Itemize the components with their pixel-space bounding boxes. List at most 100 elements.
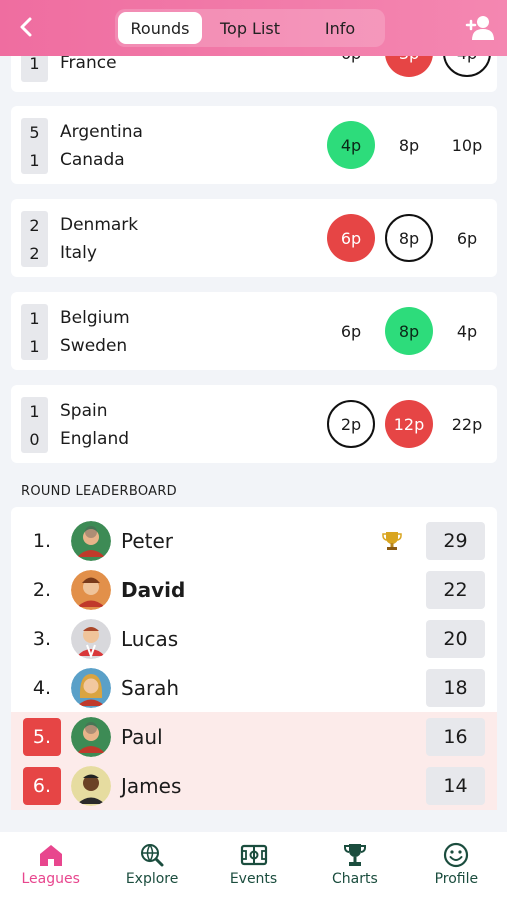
globe-search-icon [141,844,164,867]
avatar [71,667,111,708]
odd-away[interactable]: 22p [443,400,491,448]
tab-info[interactable]: Info [298,12,382,44]
goals-team2: 1 [29,150,40,170]
odd-away[interactable]: 6p [443,214,491,262]
avatar [71,765,111,806]
top-bar: Rounds Top List Info [0,0,507,56]
goals-team1: 5 [29,122,40,142]
rank: 1. [32,529,52,552]
teams: Denmark Italy [60,211,138,267]
rank: 4. [32,676,52,699]
goals-team2: 0 [29,429,40,449]
nav-label: Charts [332,871,378,887]
odd-away[interactable]: 4p [443,307,491,355]
avatar [71,618,111,659]
odd-draw[interactable]: 8p [385,307,433,355]
rank: 6. [23,766,61,805]
score: 22 [426,570,485,609]
score: 14 [426,766,485,805]
add-user-icon[interactable] [465,14,495,42]
team2-name: Canada [60,150,125,170]
team2-name: Italy [60,243,97,263]
nav-label: Leagues [21,871,80,887]
odd-draw[interactable]: 8p [385,121,433,169]
leaderboard: 1. Peter 29 2. David 22 3. Lucas 20 4. S… [11,507,497,810]
tab-rounds[interactable]: Rounds [118,12,202,44]
odds-group: 6p 8p 6p [327,214,491,262]
player-name: Sarah [121,675,180,700]
teams: Spain England [60,397,129,453]
player-name: Paul [121,724,163,749]
nav-profile[interactable]: Profile [406,832,507,900]
goals-box: 5 1 [21,118,48,174]
player-name: David [121,577,186,602]
odds-group: 4p 8p 10p [327,121,491,169]
odds-group: 6p 8p 4p [327,307,491,355]
odds-group: 2p 12p 22p [327,400,491,448]
odd-home[interactable]: 2p [327,400,375,448]
back-arrow-icon[interactable] [12,12,42,42]
trophy-icon [343,844,366,866]
odd-away[interactable]: 10p [443,121,491,169]
tab-top-list[interactable]: Top List [202,12,298,44]
score: 18 [426,668,485,707]
nav-label: Explore [125,871,179,887]
player-name: Peter [121,528,174,553]
player-name: Lucas [121,626,179,651]
rank: 2. [32,578,52,601]
goals-team2: 1 [29,53,40,73]
trophy-icon [382,531,402,550]
goals-box: 1 1 [21,304,48,360]
score: 29 [426,521,485,560]
smiley-icon [444,842,469,868]
tab-switcher: Rounds Top List Info [115,9,385,47]
leaderboard-title: ROUND LEADERBOARD [21,484,177,499]
leaderboard-row[interactable]: 1. Peter 29 [11,516,497,565]
teams: Belgium Sweden [60,304,130,360]
leaderboard-row[interactable]: 6. James 14 [11,761,497,810]
match-card[interactable]: 5 1 Argentina Canada 4p 8p 10p [11,106,497,184]
bottom-nav: Leagues Explore Events Charts Profile [0,832,507,900]
match-card[interactable]: 1 0 Spain England 2p 12p 22p [11,385,497,463]
score: 16 [426,717,485,756]
leaderboard-row[interactable]: 3. Lucas 20 [11,614,497,663]
odd-home[interactable]: 6p [327,307,375,355]
team1-name: Belgium [60,308,130,328]
match-card[interactable]: 2 2 Denmark Italy 6p 8p 6p [11,199,497,277]
goals-team1: 1 [29,308,40,328]
rank: 5. [23,717,61,756]
odd-draw[interactable]: 8p [385,214,433,262]
avatar [71,520,111,561]
odd-home[interactable]: 6p [327,214,375,262]
goals-box: 2 2 [21,211,48,267]
nav-events[interactable]: Events [203,832,304,900]
team1-name: Denmark [60,215,139,235]
player-name: James [121,773,182,798]
team2-name: France [60,53,117,73]
leaderboard-row[interactable]: 4. Sarah 18 [11,663,497,712]
goals-box: 1 0 [21,397,48,453]
avatar [71,569,111,610]
odd-home[interactable]: 4p [327,121,375,169]
home-icon [39,845,62,866]
leaderboard-row[interactable]: 2. David 22 [11,565,497,614]
teams: Argentina Canada [60,118,143,174]
match-card[interactable]: 1 1 Belgium Sweden 6p 8p 4p [11,292,497,370]
odd-draw[interactable]: 12p [385,400,433,448]
rounds-content: 1 France 6p 3p 4p 5 1 Argentina Canada 4… [0,0,507,830]
nav-charts[interactable]: Charts [304,832,405,900]
nav-label: Events [229,871,278,887]
team1-name: Spain [60,401,108,421]
avatar [71,716,111,757]
leaderboard-row[interactable]: 5. Paul 16 [11,712,497,761]
goals-team1: 2 [29,215,40,235]
team2-name: Sweden [60,336,128,356]
nav-leagues[interactable]: Leagues [0,832,101,900]
goals-team2: 2 [29,243,40,263]
score: 20 [426,619,485,658]
nav-explore[interactable]: Explore [101,832,202,900]
nav-label: Profile [434,871,479,887]
team1-name: Argentina [60,122,143,142]
goals-team2: 1 [29,336,40,356]
goals-team1: 1 [29,401,40,421]
